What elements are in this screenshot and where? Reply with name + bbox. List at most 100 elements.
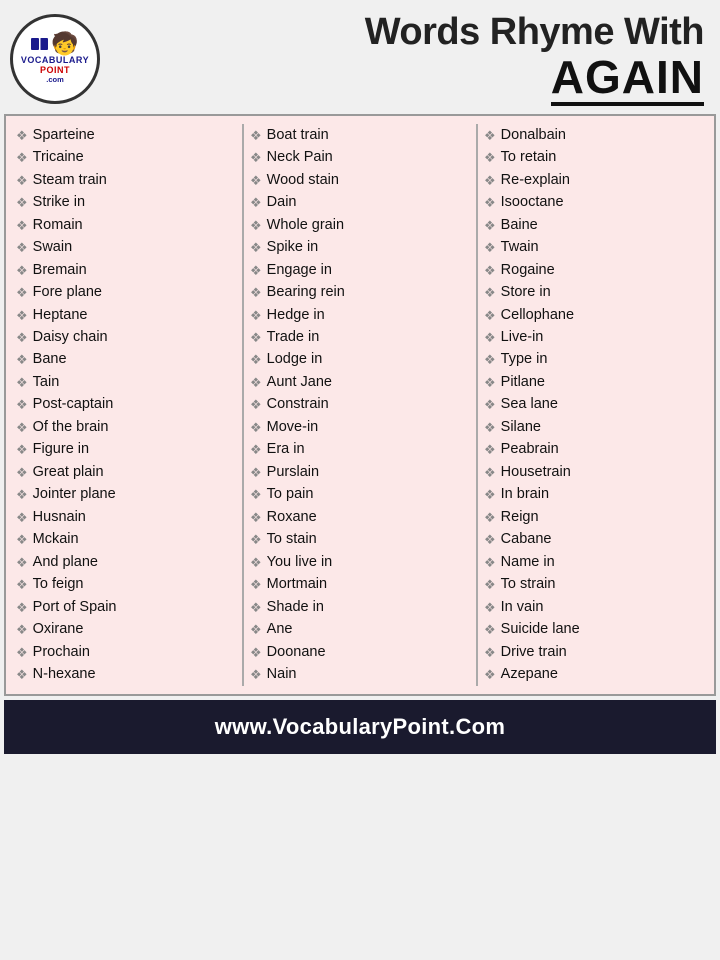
- list-item: ❖Pitlane: [484, 371, 704, 393]
- list-item: ❖Type in: [484, 348, 704, 370]
- diamond-icon: ❖: [16, 508, 28, 528]
- word-label: Whole grain: [267, 214, 344, 236]
- list-item: ❖Husnain: [16, 506, 236, 528]
- list-item: ❖Twain: [484, 236, 704, 258]
- diamond-icon: ❖: [250, 171, 262, 191]
- list-item: ❖Bane: [16, 348, 236, 370]
- diamond-icon: ❖: [250, 485, 262, 505]
- diamond-icon: ❖: [484, 306, 496, 326]
- diamond-icon: ❖: [484, 643, 496, 663]
- list-item: ❖To retain: [484, 146, 704, 168]
- diamond-icon: ❖: [484, 665, 496, 685]
- book-icon: [31, 37, 49, 51]
- word-label: Ane: [267, 618, 293, 640]
- word-label: Swain: [33, 236, 73, 258]
- list-item: ❖Neck Pain: [250, 146, 470, 168]
- logo-mascot: 🧒: [51, 33, 78, 55]
- diamond-icon: ❖: [250, 306, 262, 326]
- word-label: To feign: [33, 573, 84, 595]
- list-item: ❖To feign: [16, 573, 236, 595]
- word-label: Port of Spain: [33, 596, 117, 618]
- word-label: Suicide lane: [501, 618, 580, 640]
- list-item: ❖Drive train: [484, 641, 704, 663]
- list-item: ❖Baine: [484, 214, 704, 236]
- word-label: Lodge in: [267, 348, 323, 370]
- diamond-icon: ❖: [250, 238, 262, 258]
- diamond-icon: ❖: [16, 643, 28, 663]
- list-item: ❖Engage in: [250, 259, 470, 281]
- word-label: Shade in: [267, 596, 324, 618]
- word-label: In vain: [501, 596, 544, 618]
- diamond-icon: ❖: [250, 126, 262, 146]
- diamond-icon: ❖: [250, 328, 262, 348]
- diamond-icon: ❖: [16, 350, 28, 370]
- word-label: To retain: [501, 146, 557, 168]
- word-label: Strike in: [33, 191, 85, 213]
- diamond-icon: ❖: [16, 463, 28, 483]
- diamond-icon: ❖: [250, 283, 262, 303]
- list-item: ❖Lodge in: [250, 348, 470, 370]
- diamond-icon: ❖: [250, 440, 262, 460]
- list-item: ❖Whole grain: [250, 214, 470, 236]
- list-item: ❖Bremain: [16, 259, 236, 281]
- list-item: ❖Mckain: [16, 528, 236, 550]
- diamond-icon: ❖: [484, 485, 496, 505]
- diamond-icon: ❖: [250, 530, 262, 550]
- list-item: ❖Romain: [16, 214, 236, 236]
- list-item: ❖Shade in: [250, 596, 470, 618]
- word-label: Reign: [501, 506, 539, 528]
- diamond-icon: ❖: [484, 395, 496, 415]
- word-label: Neck Pain: [267, 146, 333, 168]
- word-list-container: ❖Sparteine❖Tricaine❖Steam train❖Strike i…: [4, 114, 716, 696]
- diamond-icon: ❖: [250, 598, 262, 618]
- list-item: ❖Prochain: [16, 641, 236, 663]
- diamond-icon: ❖: [16, 216, 28, 236]
- list-item: ❖Nain: [250, 663, 470, 685]
- list-item: ❖Port of Spain: [16, 596, 236, 618]
- word-label: Peabrain: [501, 438, 559, 460]
- list-item: ❖Strike in: [16, 191, 236, 213]
- diamond-icon: ❖: [16, 306, 28, 326]
- header: 🧒 VOCABULARY POINT .com Words Rhyme With…: [0, 0, 720, 114]
- list-item: ❖Wood stain: [250, 169, 470, 191]
- word-label: Tricaine: [33, 146, 84, 168]
- word-label: Cellophane: [501, 304, 574, 326]
- diamond-icon: ❖: [250, 643, 262, 663]
- word-label: Heptane: [33, 304, 88, 326]
- page-title: Words Rhyme With AGAIN: [112, 12, 704, 106]
- title-word: AGAIN: [551, 54, 704, 106]
- diamond-icon: ❖: [250, 193, 262, 213]
- word-label: Romain: [33, 214, 83, 236]
- diamond-icon: ❖: [16, 598, 28, 618]
- diamond-icon: ❖: [16, 530, 28, 550]
- word-label: Purslain: [267, 461, 319, 483]
- word-label: Live-in: [501, 326, 544, 348]
- list-item: ❖Tricaine: [16, 146, 236, 168]
- list-item: ❖Dain: [250, 191, 470, 213]
- list-item: ❖Peabrain: [484, 438, 704, 460]
- word-label: Housetrain: [501, 461, 571, 483]
- word-label: Sparteine: [33, 124, 95, 146]
- word-label: Constrain: [267, 393, 329, 415]
- diamond-icon: ❖: [484, 350, 496, 370]
- list-item: ❖Ane: [250, 618, 470, 640]
- diamond-icon: ❖: [16, 148, 28, 168]
- list-item: ❖Store in: [484, 281, 704, 303]
- word-label: Name in: [501, 551, 555, 573]
- word-label: Mortmain: [267, 573, 327, 595]
- diamond-icon: ❖: [16, 485, 28, 505]
- list-item: ❖Bearing rein: [250, 281, 470, 303]
- word-label: Move-in: [267, 416, 319, 438]
- word-label: Store in: [501, 281, 551, 303]
- list-item: ❖Trade in: [250, 326, 470, 348]
- list-item: ❖Housetrain: [484, 461, 704, 483]
- word-label: Great plain: [33, 461, 104, 483]
- list-item: ❖In brain: [484, 483, 704, 505]
- list-item: ❖Roxane: [250, 506, 470, 528]
- diamond-icon: ❖: [484, 553, 496, 573]
- list-item: ❖Azepane: [484, 663, 704, 685]
- word-label: Bane: [33, 348, 67, 370]
- list-item: ❖Live-in: [484, 326, 704, 348]
- word-label: Trade in: [267, 326, 320, 348]
- diamond-icon: ❖: [484, 508, 496, 528]
